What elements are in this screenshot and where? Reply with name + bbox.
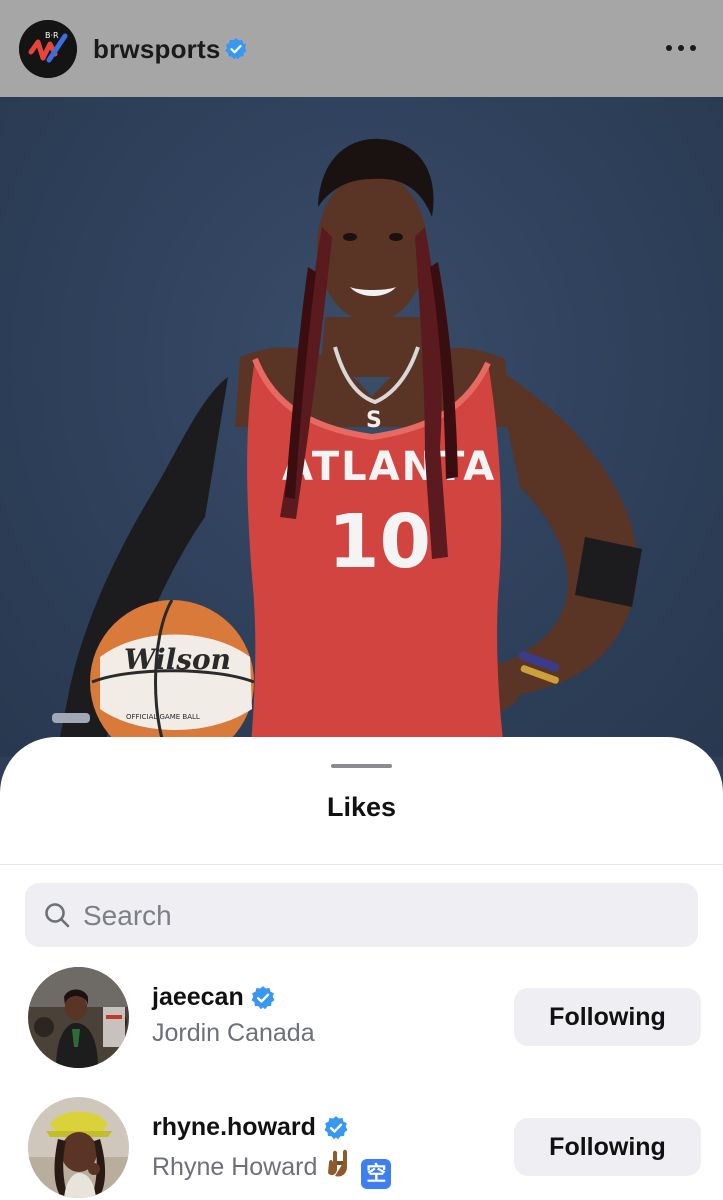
player-portrait-image: S ATLANTA 10 Wilson OFFICIAL GAME BALL (52, 138, 642, 757)
svg-text:OFFICIAL GAME BALL: OFFICIAL GAME BALL (126, 713, 200, 721)
post-photo[interactable]: S ATLANTA 10 Wilson OFFICIAL GAME BALL (0, 97, 723, 757)
post-header: B·R brwsports (0, 0, 723, 97)
more-options-icon[interactable] (665, 36, 697, 60)
svg-text:S: S (366, 408, 382, 433)
search-placeholder: Search (83, 900, 172, 931)
rhyne-howard-avatar-image (28, 1097, 129, 1198)
verified-badge-icon (251, 986, 275, 1010)
following-button[interactable]: Following (514, 1118, 701, 1176)
list-item[interactable]: jaeecan Jordin Canada Following (0, 967, 723, 1077)
sheet-title: Likes (326, 792, 397, 822)
svg-text:Wilson: Wilson (124, 643, 231, 676)
user-username[interactable]: jaeecan (152, 983, 244, 1012)
verified-badge-icon (225, 38, 247, 60)
user-full-name: Rhyne Howard (152, 1153, 318, 1181)
likes-sheet: Likes Search jaeecan Jordin Canada Follo… (0, 737, 723, 1200)
svg-text:ATLANTA: ATLANTA (282, 444, 496, 490)
jaeecan-avatar-image (28, 967, 129, 1068)
list-item[interactable]: rhyne.howard Rhyne Howard 空 Following (0, 1097, 723, 1200)
brwsports-avatar[interactable]: B·R (19, 20, 77, 78)
user-full-name-line: Rhyne Howard 空 (152, 1149, 392, 1189)
instagram-post-screen: B·R brwsports S ATLANTA 10 Wilson OFFICI… (0, 0, 723, 1200)
sheet-divider (0, 864, 723, 865)
svg-text:B·R: B·R (45, 31, 59, 40)
sign-of-horns-emoji-icon (328, 1149, 348, 1177)
sheet-grabber[interactable] (331, 764, 392, 768)
avatar[interactable] (28, 1097, 129, 1198)
br-logo-icon: B·R (19, 20, 77, 78)
avatar[interactable] (28, 967, 129, 1068)
user-full-name: Jordin Canada (152, 1019, 315, 1047)
sky-kanji-emoji-icon: 空 (361, 1159, 392, 1189)
post-username[interactable]: brwsports (93, 34, 220, 65)
following-button[interactable]: Following (514, 988, 701, 1046)
verified-badge-icon (324, 1116, 348, 1140)
search-input[interactable]: Search (25, 883, 698, 947)
user-username[interactable]: rhyne.howard (152, 1113, 316, 1142)
search-icon (45, 903, 70, 928)
svg-text:10: 10 (328, 499, 431, 585)
